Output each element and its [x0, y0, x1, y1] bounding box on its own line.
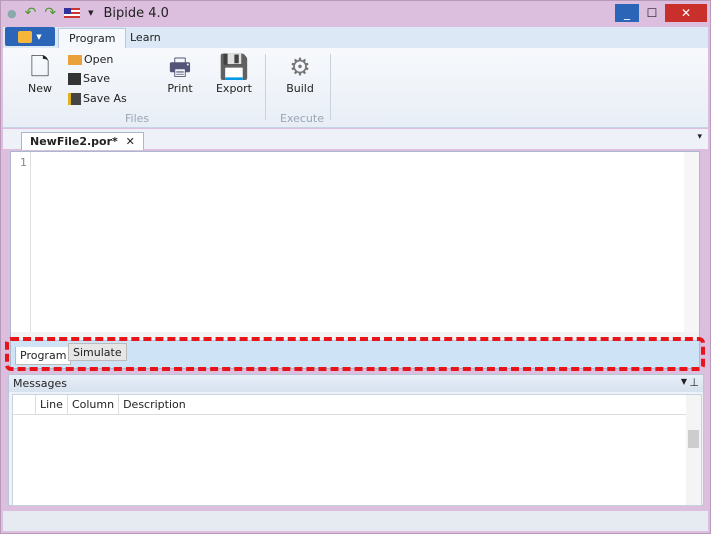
ribbon-tabs: ▼ Program Learn	[3, 27, 708, 48]
tab-learn[interactable]: Learn	[120, 28, 171, 48]
messages-scrollbar[interactable]	[686, 395, 701, 505]
divider	[265, 54, 266, 120]
save-as-button[interactable]: Save As	[68, 92, 127, 105]
document-tab[interactable]: NewFile2.por* ✕	[21, 132, 144, 150]
column-line[interactable]: Line	[35, 395, 67, 414]
window-title: Bipide 4.0	[103, 5, 169, 21]
save-label: Save	[83, 72, 111, 85]
document-tabs: NewFile2.por* ✕ ▾	[3, 129, 708, 150]
vertical-scrollbar[interactable]	[684, 152, 699, 332]
export-label: Export	[215, 82, 252, 95]
undo-icon[interactable]: ↶	[25, 5, 37, 21]
ribbon: 🗋 New Open Save Save As 🖶 Print 💾 Export ⚙ B…	[3, 48, 708, 128]
open-label: Open	[84, 53, 114, 66]
close-icon[interactable]: ✕	[126, 135, 135, 148]
messages-table: Line Column Description	[12, 394, 702, 506]
export-button[interactable]: 💾 Export	[214, 52, 254, 95]
export-icon: 💾	[219, 53, 249, 81]
messages-panel: Messages ▼ ⊥ Line Column Description	[8, 374, 704, 506]
app-icon: ●	[7, 6, 17, 20]
column-description[interactable]: Description	[118, 395, 688, 414]
gears-icon: ⚙	[289, 53, 311, 81]
line-numbers: 1	[11, 152, 31, 332]
redo-icon[interactable]: ↷	[44, 5, 56, 21]
maximize-button[interactable]: ☐	[641, 4, 663, 22]
print-label: Print	[167, 82, 193, 95]
folder-icon	[18, 30, 33, 43]
folder-open-icon	[68, 54, 82, 65]
print-button[interactable]: 🖶 Print	[163, 52, 197, 95]
language-flag-icon[interactable]	[64, 8, 81, 18]
messages-title: Messages	[13, 377, 67, 390]
messages-header: Messages ▼ ⊥	[9, 375, 703, 392]
new-file-icon: 🗋	[30, 53, 50, 81]
new-label: New	[28, 82, 52, 95]
new-button[interactable]: 🗋 New	[25, 52, 55, 95]
dropdown-icon[interactable]: ▼	[681, 377, 687, 386]
tab-list-icon[interactable]: ▾	[697, 132, 702, 142]
save-button[interactable]: Save	[68, 72, 110, 85]
open-button[interactable]: Open	[68, 53, 113, 66]
group-files-label: Files	[125, 112, 150, 125]
pin-icon[interactable]: ⊥	[689, 376, 699, 389]
highlight-annotation	[5, 337, 705, 371]
chevron-down-icon: ▼	[36, 32, 42, 41]
chevron-down-icon[interactable]: ▼	[88, 9, 93, 17]
app-window: ● ↶ ↷ ▼ Bipide 4.0 _ ☐ ✕ ▼ Program Learn…	[0, 0, 711, 534]
floppy-icon	[68, 72, 81, 85]
group-execute-label: Execute	[280, 112, 324, 125]
application-menu-button[interactable]: ▼	[5, 27, 55, 46]
title-bar: ● ↶ ↷ ▼ Bipide 4.0 _ ☐ ✕	[1, 1, 710, 25]
build-button[interactable]: ⚙ Build	[283, 52, 317, 95]
printer-icon: 🖶	[168, 53, 192, 81]
close-button[interactable]: ✕	[665, 4, 707, 22]
build-label: Build	[286, 82, 314, 95]
minimize-button[interactable]: _	[615, 4, 639, 22]
status-bar	[3, 511, 708, 531]
table-header: Line Column Description	[13, 395, 688, 415]
divider	[330, 54, 331, 120]
column-column[interactable]: Column	[66, 395, 118, 414]
tab-program[interactable]: Program	[58, 28, 127, 48]
document-tab-label: NewFile2.por*	[30, 135, 118, 148]
save-as-icon	[68, 92, 81, 105]
save-as-label: Save As	[83, 92, 127, 105]
